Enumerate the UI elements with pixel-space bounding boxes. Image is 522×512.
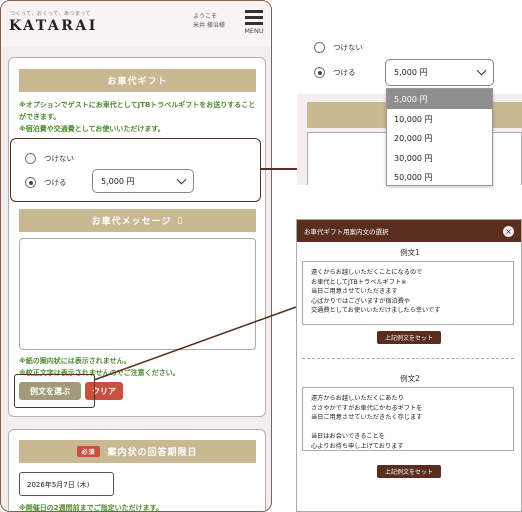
divider: [302, 358, 514, 359]
example-2-label: 例文2: [400, 374, 420, 383]
set-example-2-button[interactable]: 上記例文をセット: [377, 465, 441, 478]
amount-dropdown-list: 5,000 円 10,000 円 20,000 円 30,000 円 50,00…: [386, 88, 493, 186]
chevron-down-icon: [476, 65, 487, 76]
amount-option[interactable]: 5,000 円: [387, 89, 492, 109]
example-line: 当日はお会いできることを: [311, 433, 385, 440]
amount-option[interactable]: 30,000 円: [387, 148, 492, 168]
example-line: 心よりお待ち申し上げております: [311, 442, 404, 450]
example-1-label: 例文1: [400, 248, 420, 257]
example-line: 心ばかりではございますが宿泊費や: [311, 297, 411, 305]
modal-header: お車代ギフト用案内文の選択 ×: [297, 220, 521, 242]
inset-radio-add[interactable]: [314, 67, 325, 78]
inset-amount-select[interactable]: 5,000 円: [385, 59, 494, 86]
example-2-text: 遠方からお越しいただくにあたり ささやかですがお車代にかわるギフトを 当日ご用意…: [302, 387, 514, 451]
example-line: お車代としてJTBトラベルギフト※: [311, 278, 407, 286]
inset-radio-none-label: つけない: [333, 43, 363, 52]
amount-option[interactable]: 10,000 円: [387, 109, 492, 129]
modal-title: お車代ギフト用案内文の選択: [304, 228, 389, 236]
set-example-1-button[interactable]: 上記例文をセット: [377, 331, 441, 344]
inset-radio-add-label: つける: [333, 68, 356, 77]
inset-amount-select-value: 5,000 円: [394, 68, 428, 77]
example-line: 遠方からお越しいただくにあたり: [311, 395, 404, 402]
amount-option[interactable]: 20,000 円: [387, 128, 492, 148]
example-line: 遠くからお越しいただくことになるので: [311, 269, 423, 276]
amount-option[interactable]: 50,000 円: [387, 167, 492, 187]
example-line: 交通費としてお使いいただけましたら幸いです: [311, 307, 441, 314]
example-line: ささやかですがお車代にかわるギフトを: [311, 404, 423, 412]
close-icon[interactable]: ×: [503, 225, 514, 237]
example-line: [311, 423, 505, 433]
example-select-modal: お車代ギフト用案内文の選択 × 例文1 遠くからお越しいただくことになるので お…: [296, 219, 522, 512]
example-line: 当日ご用意させていただきます: [311, 288, 398, 295]
example-line: 当日ご用意させていただきたく存じます: [311, 414, 423, 421]
inset-radio-none[interactable]: [314, 42, 325, 53]
example-1-text: 遠くからお越しいただくことになるので お車代としてJTBトラベルギフト※ 当日ご…: [302, 261, 514, 325]
